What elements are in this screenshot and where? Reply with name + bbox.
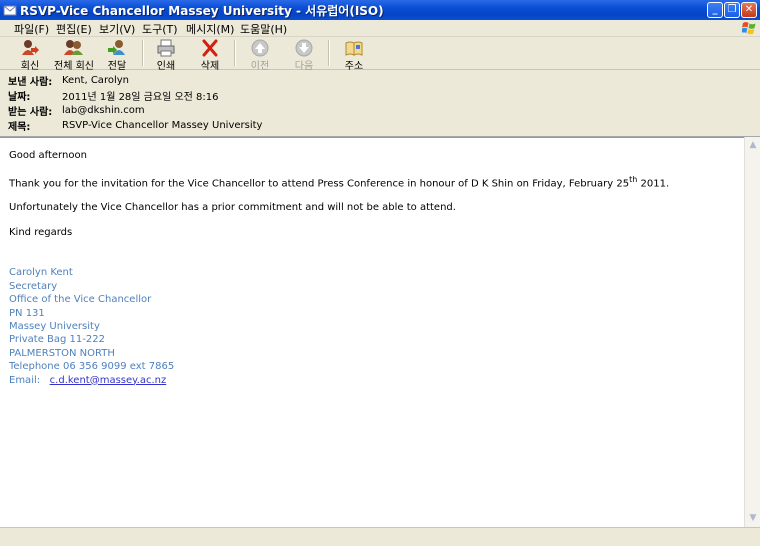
signature-bag: Private Bag 11-222 — [9, 334, 105, 346]
close-button[interactable]: ✕ — [741, 2, 757, 18]
toolbar-separator — [142, 40, 144, 66]
addresses-button[interactable]: 주소 — [334, 37, 374, 72]
menu-edit[interactable]: 편집(E) — [56, 21, 92, 37]
arrow-up-icon — [251, 39, 269, 57]
menu-message[interactable]: 메시지(M) — [186, 21, 234, 37]
forward-button[interactable]: 전달 — [97, 37, 137, 72]
scroll-down-icon[interactable]: ▼ — [746, 511, 760, 525]
print-button[interactable]: 인쇄 — [146, 37, 186, 72]
to-label: 받는 사람: — [8, 107, 53, 118]
email-label: Email: — [9, 374, 41, 386]
signature-city: PALMERSTON NORTH — [9, 347, 115, 359]
subject-value: RSVP-Vice Chancellor Massey University — [62, 120, 263, 131]
menu-help[interactable]: 도움말(H) — [240, 21, 287, 37]
menu-tools[interactable]: 도구(T) — [142, 21, 178, 37]
subject-label: 제목: — [8, 122, 31, 133]
toolbar-separator — [234, 40, 236, 66]
address-book-icon — [345, 41, 363, 56]
status-bar — [0, 527, 760, 546]
delete-button[interactable]: 삭제 — [190, 37, 230, 72]
menu-bar: 파일(F) 편집(E) 보기(V) 도구(T) 메시지(M) 도움말(H) — [0, 20, 760, 37]
date-label: 날짜: — [8, 92, 31, 103]
reply-all-icon — [64, 40, 83, 55]
paragraph-2: Unfortunately the Vice Chancellor has a … — [9, 202, 456, 214]
from-value: Kent, Carolyn — [62, 75, 129, 86]
to-value[interactable]: lab@dkshin.com — [62, 105, 145, 116]
signature-email-line: Email: c.d.kent@massey.ac.nz — [9, 374, 669, 387]
message-header: 보낸 사람: Kent, Carolyn 날짜: 2011년 1월 28일 금요… — [0, 70, 760, 137]
message-body[interactable]: Good afternoon Thank you for the invitat… — [0, 137, 744, 528]
title-bar[interactable]: RSVP-Vice Chancellor Massey University -… — [0, 0, 760, 20]
window-title: RSVP-Vice Chancellor Massey University -… — [20, 4, 384, 18]
printer-icon — [157, 39, 175, 57]
paragraph-1: Thank you for the invitation for the Vic… — [9, 175, 669, 189]
minimize-button[interactable]: _ — [707, 2, 723, 18]
previous-button[interactable]: 이전 — [240, 37, 280, 72]
signature-phone: Telephone 06 356 9099 ext 7865 — [9, 361, 175, 373]
signature-university: Massey University — [9, 320, 100, 332]
paragraph-1-text: Thank you for the invitation for the Vic… — [9, 178, 630, 190]
greeting-text: Good afternoon — [9, 150, 87, 161]
toolbar: 회신 전체 회신 전달 인쇄 삭제 이전 다음 주소 — [0, 37, 760, 72]
windows-logo-icon — [742, 22, 756, 35]
delete-x-icon — [202, 39, 218, 57]
scroll-up-icon[interactable]: ▲ — [746, 138, 760, 152]
message-content: Good afternoon Thank you for the invitat… — [9, 150, 669, 387]
from-label: 보낸 사람: — [8, 77, 53, 88]
next-button[interactable]: 다음 — [284, 37, 324, 72]
forward-icon — [108, 40, 125, 55]
reply-all-button[interactable]: 전체 회신 — [51, 37, 97, 72]
date-value: 2011년 1월 28일 금요일 오전 8:16 — [62, 92, 219, 103]
menu-file[interactable]: 파일(F) — [14, 21, 49, 37]
reply-icon — [22, 40, 39, 55]
signature-office: Office of the Vice Chancellor — [9, 294, 152, 306]
vertical-scrollbar[interactable]: ▲ ▼ — [744, 137, 760, 527]
signature: Carolyn Kent Secretary Office of the Vic… — [9, 266, 669, 387]
closing-text: Kind regards — [9, 227, 73, 239]
envelope-icon — [3, 5, 17, 16]
signature-role: Secretary — [9, 280, 58, 292]
toolbar-separator — [328, 40, 330, 66]
arrow-down-icon — [295, 39, 313, 57]
email-link[interactable]: c.d.kent@massey.ac.nz — [50, 375, 167, 386]
signature-name: Carolyn Kent — [9, 267, 73, 279]
signature-pn: PN 131 — [9, 307, 45, 319]
reply-button[interactable]: 회신 — [10, 37, 50, 72]
maximize-button[interactable]: ❐ — [724, 2, 740, 18]
paragraph-1-end: 2011. — [637, 178, 670, 190]
menu-view[interactable]: 보기(V) — [99, 21, 135, 37]
